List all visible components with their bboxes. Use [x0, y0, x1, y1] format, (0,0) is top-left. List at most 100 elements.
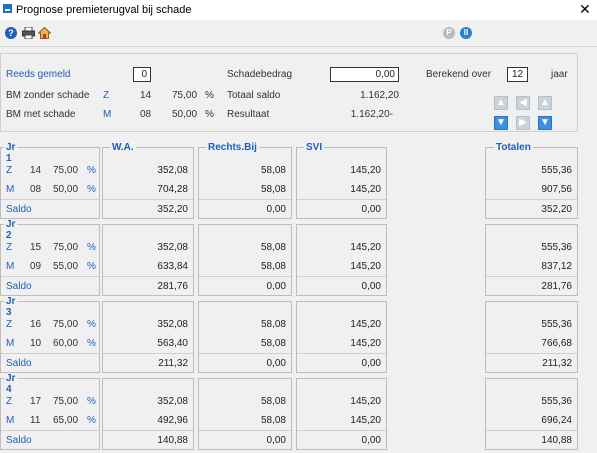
row-trede-m: 10	[30, 338, 42, 349]
saldo-separator	[297, 353, 386, 354]
row-unit-m: %	[87, 415, 96, 426]
bm-met-code: M	[103, 109, 112, 120]
cell-rb-z: 58,08	[260, 396, 286, 407]
row-unit-m: %	[87, 338, 96, 349]
cell-rb-m: 58,08	[260, 415, 286, 426]
schadebedrag-input[interactable]: 0,00	[330, 67, 399, 82]
cell-svi-z: 145,20	[350, 165, 381, 176]
row-code-m: M	[6, 415, 15, 426]
row-unit-z: %	[87, 165, 96, 176]
row-pct-m: 65,00	[53, 415, 79, 426]
cell-svi-m: 145,20	[350, 261, 381, 272]
reeds-gemeld-label: Reeds gemeld	[6, 69, 71, 80]
p-round-icon[interactable]: P	[443, 27, 455, 39]
berekend-over-input[interactable]: 12	[507, 67, 528, 82]
row-pct-m: 60,00	[53, 338, 79, 349]
saldo-separator	[199, 430, 291, 431]
jaar-label: jaar	[551, 69, 568, 80]
cell-wa-m: 563,40	[157, 338, 188, 349]
reeds-gemeld-input[interactable]: 0	[133, 67, 151, 82]
year-title: Jr 1	[4, 142, 18, 164]
cell-svi-z: 145,20	[350, 319, 381, 330]
column-header-wa: W.A.	[110, 142, 136, 153]
cell-rb-m: 58,08	[260, 338, 286, 349]
row-code-m: M	[6, 338, 15, 349]
row-unit-m: %	[87, 184, 96, 195]
arrow-up-alt-icon[interactable]: ▲	[538, 96, 552, 110]
cell-tot-saldo: 140,88	[541, 435, 572, 446]
cell-rb-m: 58,08	[260, 184, 286, 195]
row-code-z: Z	[6, 319, 13, 330]
resultaat-label: Resultaat	[227, 109, 270, 120]
row-code-z: Z	[6, 242, 13, 253]
cell-wa-m: 704,28	[157, 184, 188, 195]
row-unit-z: %	[87, 242, 96, 253]
bm-met-unit: %	[205, 109, 214, 120]
cell-rb-saldo: 0,00	[266, 435, 286, 446]
year-title: Jr 4	[4, 373, 18, 395]
cell-svi-saldo: 0,00	[361, 281, 381, 292]
cell-svi-m: 145,20	[350, 184, 381, 195]
window-title: Prognose premieterugval bij schade	[16, 4, 192, 16]
saldo-separator	[1, 199, 99, 200]
row-trede-z: 14	[30, 165, 42, 176]
help-icon[interactable]: ?	[5, 27, 17, 39]
row-pct-m: 55,00	[53, 261, 79, 272]
bm-zonder-label: BM zonder schade	[6, 90, 90, 101]
printer-icon[interactable]	[22, 26, 35, 40]
berekend-over-label: Berekend over	[426, 69, 492, 80]
saldo-separator	[297, 430, 386, 431]
arrow-down-alt-icon[interactable]: ▼	[538, 116, 552, 130]
saldo-separator	[1, 430, 99, 431]
cell-wa-z: 352,08	[157, 165, 188, 176]
bm-zonder-unit: %	[205, 90, 214, 101]
cell-tot-z: 555,36	[541, 396, 572, 407]
saldo-separator	[486, 276, 577, 277]
row-unit-z: %	[87, 396, 96, 407]
cell-rb-z: 58,08	[260, 319, 286, 330]
arrow-up-icon[interactable]: ▲	[494, 96, 508, 110]
saldo-separator	[103, 353, 193, 354]
cell-wa-saldo: 352,20	[157, 204, 188, 215]
saldo-separator	[297, 199, 386, 200]
toolbar	[0, 20, 597, 47]
arrow-right-icon[interactable]: ▶	[516, 116, 530, 130]
cell-svi-z: 145,20	[350, 396, 381, 407]
cell-tot-m: 907,56	[541, 184, 572, 195]
bm-met-trede: 08	[140, 109, 152, 120]
close-button[interactable]: ✕	[579, 1, 591, 18]
row-pct-z: 75,00	[53, 165, 79, 176]
cell-tot-saldo: 211,32	[542, 358, 572, 369]
cell-wa-m: 633,84	[157, 261, 188, 272]
totaal-saldo-value: 1.162,20	[360, 90, 399, 101]
saldo-separator	[486, 430, 577, 431]
row-trede-m: 11	[30, 415, 41, 426]
cell-rb-m: 58,08	[260, 261, 286, 272]
row-code-m: M	[6, 184, 15, 195]
saldo-separator	[1, 353, 99, 354]
saldo-separator	[103, 199, 193, 200]
cell-tot-saldo: 281,76	[541, 281, 572, 292]
cell-tot-saldo: 352,20	[541, 204, 572, 215]
cell-rb-saldo: 0,00	[266, 204, 286, 215]
arrow-left-icon[interactable]: ◀	[516, 96, 530, 110]
bm-met-pct: 50,00	[172, 109, 198, 120]
column-header-totalen: Totalen	[494, 142, 533, 153]
row-pct-z: 75,00	[53, 242, 79, 253]
cell-svi-saldo: 0,00	[361, 204, 381, 215]
cell-tot-m: 696,24	[541, 415, 572, 426]
row-trede-z: 16	[30, 319, 42, 330]
home-icon[interactable]	[37, 26, 52, 39]
row-saldo-label: Saldo	[6, 204, 32, 215]
cell-rb-z: 58,08	[260, 242, 286, 253]
cell-tot-m: 766,68	[541, 338, 572, 349]
arrow-down-icon[interactable]: ▼	[494, 116, 508, 130]
bm-met-label: BM met schade	[6, 109, 76, 120]
totaal-saldo-label: Totaal saldo	[227, 90, 281, 101]
row-saldo-label: Saldo	[6, 358, 32, 369]
bm-zonder-code: Z	[103, 90, 110, 101]
year-title: Jr 3	[4, 296, 18, 318]
info-round-icon[interactable]: II	[460, 27, 472, 39]
row-unit-m: %	[87, 261, 96, 272]
cell-rb-saldo: 0,00	[266, 358, 286, 369]
